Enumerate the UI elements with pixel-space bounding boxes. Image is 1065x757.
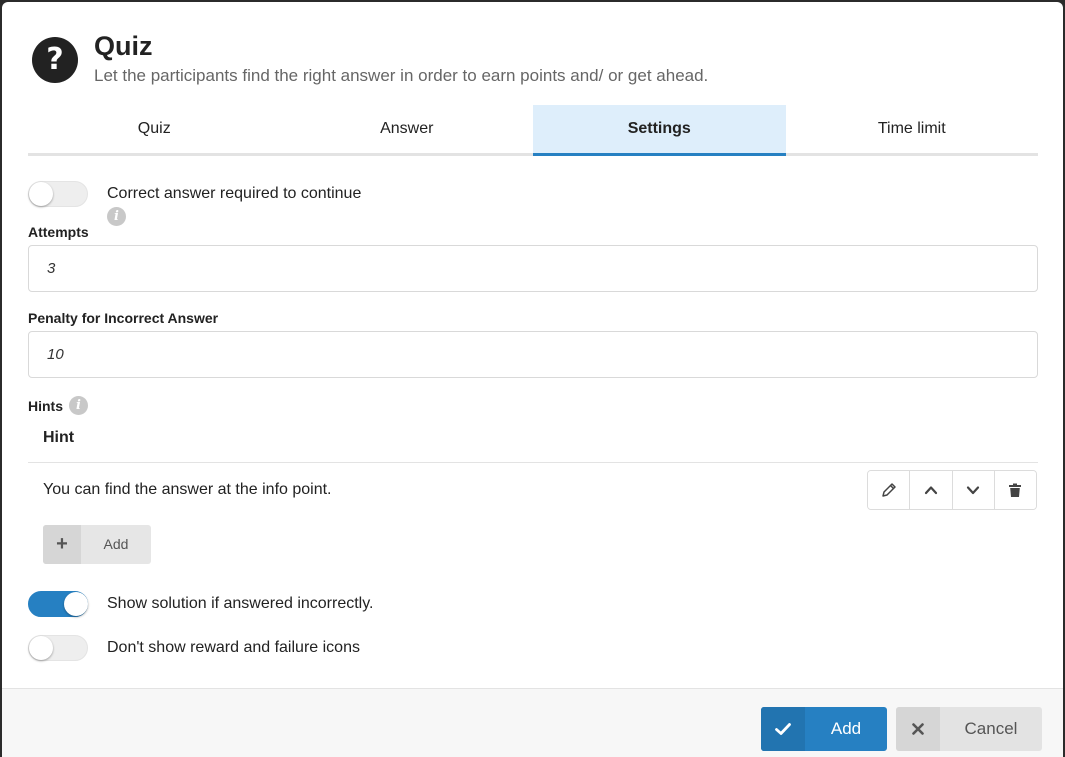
attempts-label: Attempts — [28, 224, 89, 240]
hide-icons-row: Don't show reward and failure icons — [28, 635, 360, 661]
close-icon — [896, 707, 940, 751]
correct-required-label: Correct answer required to continue — [107, 185, 362, 202]
hide-icons-toggle[interactable] — [28, 635, 88, 661]
toggle-knob — [29, 636, 53, 660]
move-hint-down-button[interactable] — [952, 471, 995, 509]
dialog-subtitle: Let the participants find the right answ… — [94, 66, 709, 85]
chevron-up-icon — [924, 486, 937, 495]
tab-answer[interactable]: Answer — [281, 105, 534, 153]
toggle-knob — [64, 592, 88, 616]
check-icon — [761, 707, 805, 751]
hints-info-icon[interactable]: i — [69, 396, 88, 415]
show-solution-label: Show solution if answered incorrectly. — [107, 595, 374, 612]
hint-column-header: Hint — [43, 429, 75, 446]
tab-quiz[interactable]: Quiz — [28, 105, 281, 153]
hint-actions — [867, 470, 1037, 510]
hints-label: Hints — [28, 397, 63, 414]
attempts-input[interactable] — [28, 245, 1038, 292]
hint-divider — [28, 462, 1038, 463]
correct-required-row: Correct answer required to continue i — [28, 181, 361, 226]
correct-required-text: Correct answer required to continue i — [107, 181, 361, 226]
question-circle-icon: ? — [32, 37, 78, 83]
hint-item-text: You can find the answer at the info poin… — [43, 481, 332, 498]
quiz-dialog: ? Quiz Let the participants find the rig… — [2, 2, 1063, 757]
add-button-label: Add — [830, 719, 862, 738]
tab-bar: Quiz Answer Settings Time limit — [28, 105, 1038, 156]
dialog-footer: Add Cancel — [2, 688, 1063, 757]
trash-icon — [1009, 483, 1022, 497]
show-solution-row: Show solution if answered incorrectly. — [28, 591, 374, 617]
add-hint-button[interactable]: + Add — [43, 525, 151, 564]
add-hint-label: Add — [103, 536, 129, 552]
correct-required-toggle[interactable] — [28, 181, 88, 207]
dialog-title: Quiz — [94, 31, 153, 61]
cancel-button-label: Cancel — [964, 719, 1018, 738]
tab-time-limit[interactable]: Time limit — [786, 105, 1039, 153]
penalty-label: Penalty for Incorrect Answer — [28, 310, 219, 326]
hints-label-row: Hints i — [28, 396, 88, 415]
delete-hint-button[interactable] — [994, 471, 1036, 509]
hide-icons-label: Don't show reward and failure icons — [107, 639, 360, 656]
tab-settings[interactable]: Settings — [533, 105, 786, 156]
show-solution-toggle[interactable] — [28, 591, 88, 617]
pencil-icon — [881, 483, 896, 497]
chevron-down-icon — [967, 486, 980, 495]
add-button[interactable]: Add — [761, 707, 887, 751]
plus-icon: + — [43, 525, 81, 564]
move-hint-up-button[interactable] — [910, 471, 953, 509]
penalty-input[interactable] — [28, 331, 1038, 378]
dialog-header: ? Quiz Let the participants find the rig… — [32, 31, 1032, 97]
edit-hint-button[interactable] — [868, 471, 911, 509]
cancel-button[interactable]: Cancel — [896, 707, 1042, 751]
info-icon[interactable]: i — [107, 207, 126, 226]
toggle-knob — [29, 182, 53, 206]
